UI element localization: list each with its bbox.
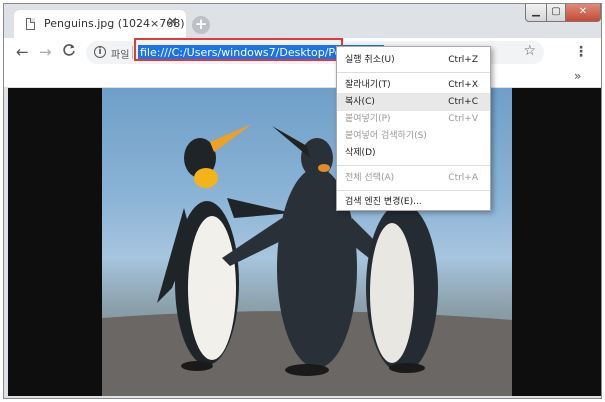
tab-close-icon[interactable]: ✕	[167, 15, 178, 30]
context-menu: 실행 취소(U) Ctrl+Z 잘라내기(T) Ctrl+X 복사(C) Ctr…	[336, 46, 491, 211]
menu-separator	[337, 165, 490, 166]
menu-item-change-search-engine[interactable]: 검색 엔진 변경(E)...	[337, 193, 490, 211]
page-content	[8, 88, 601, 396]
browser-window: Penguins.jpg (1024×768) ✕ + ▁ ▢ ✕ ← → i …	[3, 3, 602, 399]
menu-item-cut[interactable]: 잘라내기(T) Ctrl+X	[337, 76, 490, 94]
forward-icon[interactable]: →	[39, 43, 52, 61]
menu-item-undo[interactable]: 실행 취소(U) Ctrl+Z	[337, 51, 490, 69]
minimize-button[interactable]: ▁	[525, 4, 547, 22]
menu-item-delete[interactable]: 삭제(D)	[337, 144, 490, 162]
menu-icon[interactable]: ⋮	[574, 44, 588, 60]
menu-item-copy[interactable]: 복사(C) Ctrl+C	[337, 93, 490, 111]
scheme-label: 파일	[111, 50, 130, 61]
menu-item-paste-search[interactable]: 붙여넣어 검색하기(S)	[337, 127, 490, 145]
close-window-button[interactable]: ✕	[565, 4, 601, 22]
bookmark-star-icon[interactable]: ☆	[523, 43, 536, 59]
file-icon	[26, 18, 35, 30]
bookmarks-bar: »	[4, 67, 601, 88]
reload-icon[interactable]	[62, 43, 76, 61]
menu-separator	[337, 72, 490, 73]
maximize-button[interactable]: ▢	[546, 4, 566, 22]
divider	[132, 46, 133, 59]
new-tab-button[interactable]: +	[192, 16, 210, 34]
back-icon[interactable]: ←	[16, 43, 29, 61]
menu-separator	[337, 190, 490, 191]
info-icon[interactable]: i	[94, 46, 106, 58]
tab-strip: Penguins.jpg (1024×768) ✕ + ▁ ▢ ✕	[4, 4, 601, 39]
tab-title: Penguins.jpg (1024×768)	[44, 17, 185, 30]
url-highlight-box	[134, 38, 343, 61]
menu-item-select-all[interactable]: 전체 선택(A) Ctrl+A	[337, 169, 490, 187]
tab-penguins[interactable]: Penguins.jpg (1024×768) ✕	[14, 10, 186, 39]
menu-item-paste[interactable]: 붙여넣기(P) Ctrl+V	[337, 110, 490, 128]
bookmarks-more-icon[interactable]: »	[574, 69, 581, 83]
